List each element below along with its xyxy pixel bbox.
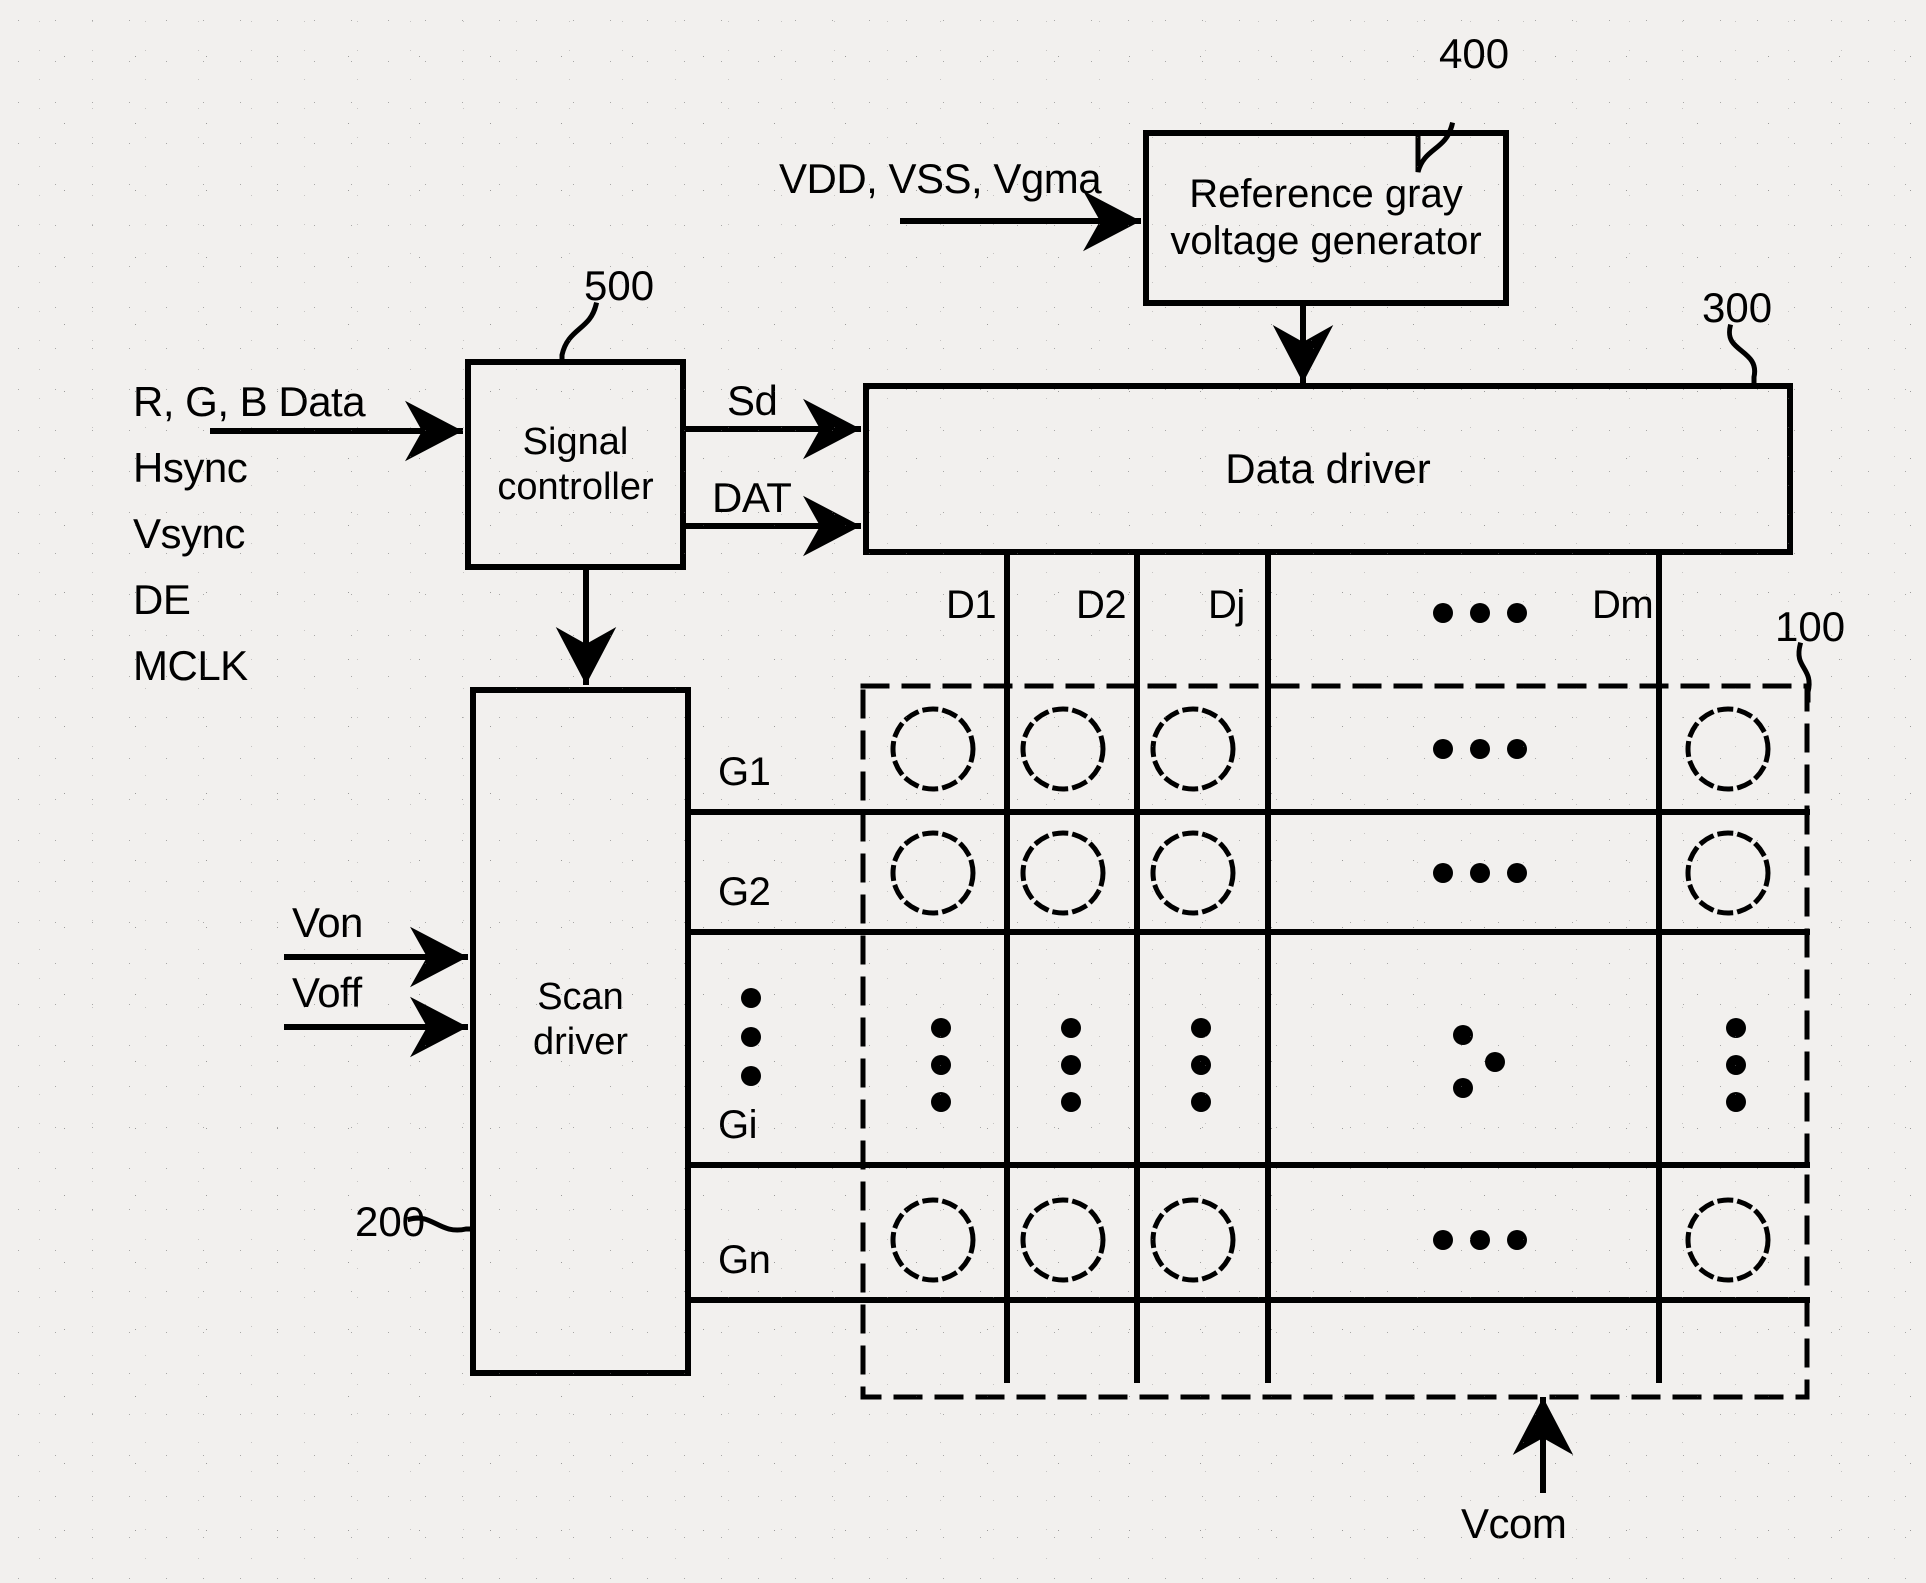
ellipsis-dots [741,603,1746,1250]
signal-controller-label-line1: Signal [522,420,629,463]
reference-gray-voltage-generator-label-line2: voltage generator [1170,219,1482,263]
pixel-Gn-Dm [1685,1197,1771,1283]
pixel-Gn-D2 [1020,1197,1106,1283]
ref-number-200: 200 [355,1198,426,1245]
controller-input-vsync: Vsync [133,510,245,557]
scan-driver-label-line1: Scan [537,976,624,1019]
gate-line-label-Gi: Gi [718,1103,758,1147]
pixel-G2-D2 [1020,830,1106,916]
pixel-Gn-D1 [890,1197,976,1283]
data-line-label-Dm: Dm [1592,583,1654,627]
signal-controller-label: Signal controller [468,362,683,567]
pixel-G1-D2 [1020,706,1106,792]
ref-number-300: 300 [1702,284,1773,331]
gate-line-label-G1: G1 [718,750,771,794]
common-voltage-label: Vcom [1461,1500,1567,1547]
signal-label-dat: DAT [712,474,792,521]
signal-controller-label-line2: controller [497,465,654,508]
controller-input-de: DE [133,576,191,623]
gate-line-label-G2: G2 [718,870,771,914]
reference-gray-voltage-generator-label: Reference gray voltage generator [1146,133,1506,303]
ref-leader-100 [1796,641,1812,703]
pixel-G1-Dm [1685,706,1771,792]
patent-figure: 400 500 300 100 200 Reference gray volta… [0,0,1926,1583]
pixel-G2-D1 [890,830,976,916]
ref-number-500: 500 [584,262,655,309]
data-line-label-Dj: Dj [1208,583,1245,627]
signal-label-sd: Sd [727,377,778,424]
controller-input-rgb-data: R, G, B Data [133,378,366,425]
data-line-label-D1: D1 [946,583,997,627]
data-driver-label: Data driver [1225,445,1431,493]
ref-leader-500 [559,301,600,365]
ref-number-400: 400 [1439,30,1510,77]
scan-driver-label-line2: driver [532,1021,629,1063]
gate-line-label-Gn: Gn [718,1238,771,1282]
scan-driver-input-von: Von [292,899,363,946]
pixel-G2-Dm [1685,830,1771,916]
power-signals-label: VDD, VSS, Vgma [779,155,1102,202]
data-line-label-D2: D2 [1076,583,1127,627]
controller-input-mclk: MCLK [133,642,248,689]
ref-leader-300 [1726,323,1758,389]
scan-driver-label: Scan driver [473,960,688,1080]
pixel-G2-Dj [1150,830,1236,916]
controller-input-hsync: Hsync [133,444,248,491]
pixel-G1-Dj [1150,706,1236,792]
reference-gray-voltage-generator-label-line1: Reference gray [1189,171,1463,216]
pixel-G1-D1 [890,706,976,792]
pixel-Gn-Dj [1150,1197,1236,1283]
ref-number-100: 100 [1775,603,1846,650]
figure-vector-layer [210,121,1812,1493]
scan-driver-input-voff: Voff [292,969,362,1016]
